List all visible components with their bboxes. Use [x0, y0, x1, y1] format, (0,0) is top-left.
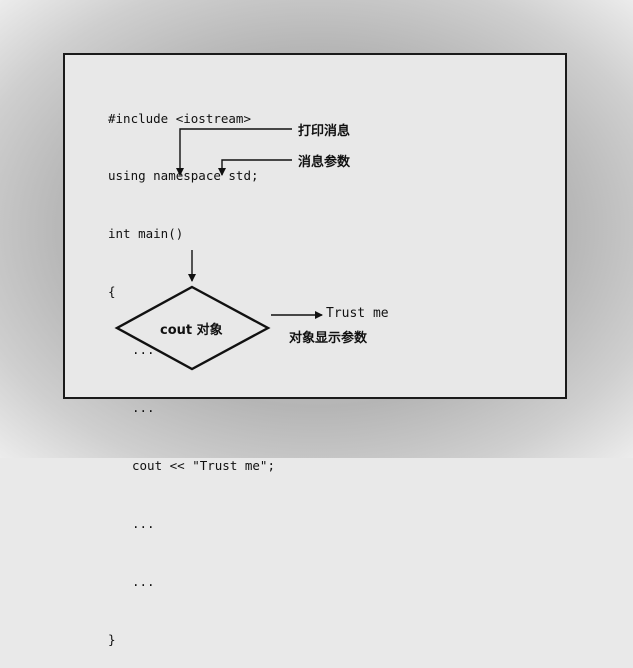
code-line-cout: cout << "Trust me";	[132, 457, 275, 473]
print-message-arrow	[176, 128, 292, 176]
message-argument-arrow	[218, 159, 292, 176]
code-line-close-brace: }	[108, 631, 116, 647]
cout-object-label: cout 对象	[160, 323, 223, 338]
diagram-arrows	[114, 128, 323, 371]
code-line-ellipsis: ...	[132, 573, 155, 589]
message-argument-label: 消息参数	[298, 155, 351, 170]
output-text: Trust me	[326, 306, 389, 321]
code-line-ellipsis: ...	[132, 515, 155, 531]
output-caption: 对象显示参数	[289, 331, 368, 346]
print-message-label: 打印消息	[298, 124, 351, 139]
